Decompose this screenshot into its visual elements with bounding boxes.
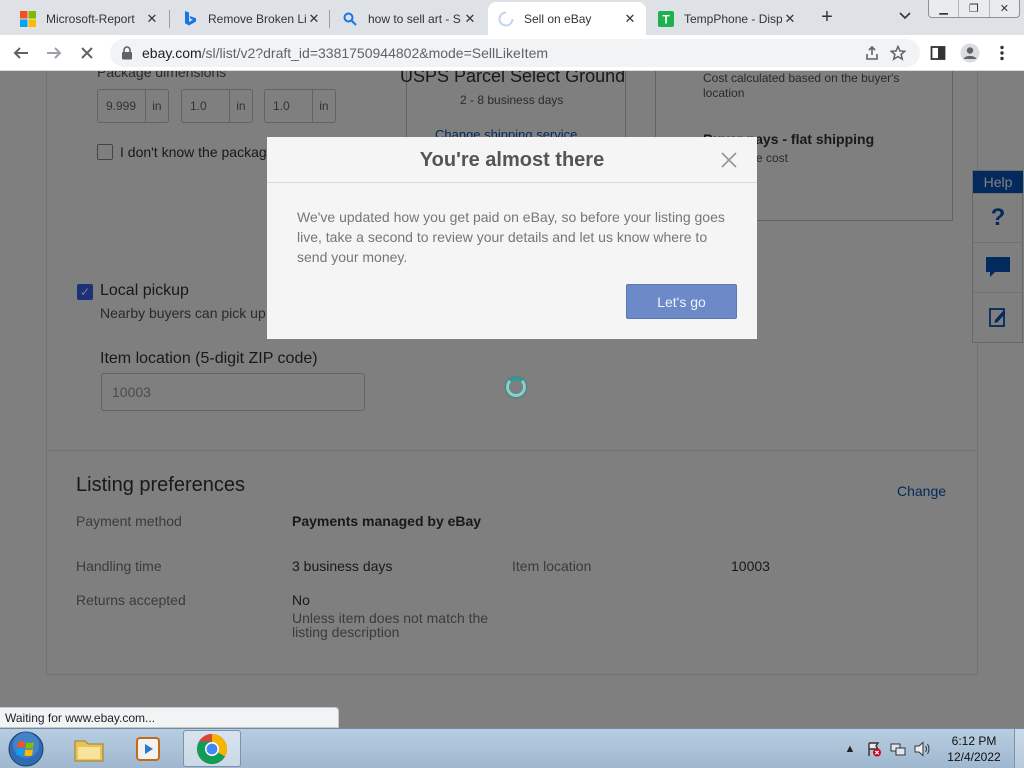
minimize-button[interactable]: ▁ (929, 0, 960, 17)
tab-strip: Microsoft-Report ✕ Remove Broken Li ✕ ho… (0, 0, 1024, 35)
tab-tempphone[interactable]: T TempPhone - Disp ✕ (648, 2, 806, 35)
payout-setup-modal: You're almost there We've updated how yo… (267, 137, 757, 339)
close-window-button[interactable]: ✕ (990, 0, 1019, 17)
forward-arrow-icon (47, 47, 62, 59)
close-icon (81, 47, 93, 59)
browser-status-bar: Waiting for www.ebay.com... (0, 707, 339, 728)
show-hidden-icons-chevron-icon[interactable]: ▲ (840, 739, 860, 759)
browser-toolbar: ebay.com/sl/list/v2?draft_id=33817509448… (0, 35, 1024, 71)
tab-sell-on-ebay[interactable]: Sell on eBay ✕ (488, 2, 646, 35)
tab-title: Sell on eBay (524, 11, 592, 26)
modal-close-icon[interactable] (718, 149, 740, 171)
chrome-taskbar-button[interactable] (183, 730, 241, 767)
clock-date: 12/4/2022 (947, 750, 1001, 764)
bookmark-star-icon[interactable] (886, 41, 910, 65)
tempphone-icon: T (658, 10, 674, 27)
tab-how-to-sell-art[interactable]: how to sell art - S ✕ (332, 2, 486, 35)
loading-icon (498, 11, 514, 27)
restore-button[interactable]: ❐ (959, 0, 990, 17)
clock-time: 6:12 PM (951, 734, 997, 748)
modal-title: You're almost there (419, 149, 605, 171)
lock-icon (122, 46, 132, 60)
address-bar[interactable]: ebay.com/sl/list/v2?draft_id=33817509448… (110, 39, 920, 67)
close-tab-icon[interactable]: ✕ (462, 11, 478, 27)
search-icon (342, 11, 358, 27)
modal-body-text: We've updated how you get paid on eBay, … (297, 209, 725, 265)
url-text: ebay.com/sl/list/v2?draft_id=33817509448… (142, 45, 548, 61)
windows-taskbar: ▲ 6:12 PM 12/4/2022 (0, 728, 1024, 768)
close-tab-icon[interactable]: ✕ (306, 11, 322, 27)
more-menu-icon[interactable] (990, 41, 1014, 65)
volume-icon[interactable] (912, 739, 932, 759)
new-tab-button[interactable]: + (815, 5, 839, 29)
tab-title: how to sell art - S (368, 11, 461, 26)
network-icon[interactable] (888, 739, 908, 759)
tab-search-chevron-icon[interactable] (896, 7, 914, 25)
tab-title: TempPhone - Disp (684, 11, 782, 26)
media-player-taskbar-button[interactable] (120, 730, 178, 767)
bing-icon (182, 10, 198, 27)
tab-remove-broken-links[interactable]: Remove Broken Li ✕ (172, 2, 330, 35)
microsoft-logo-icon (20, 10, 36, 27)
start-button[interactable] (4, 730, 48, 768)
media-player-icon (136, 736, 160, 761)
url-path: /sl/list/v2?draft_id=3381750944802&mode=… (201, 45, 549, 61)
svg-text:T: T (662, 12, 670, 26)
back-arrow-icon (13, 47, 28, 59)
tab-title: Microsoft-Report (46, 11, 135, 26)
profile-avatar-icon[interactable] (958, 41, 982, 65)
folder-icon (74, 740, 104, 761)
windows-logo-icon (8, 731, 44, 767)
action-center-flag-icon[interactable] (864, 739, 884, 759)
close-tab-icon[interactable]: ✕ (622, 11, 638, 27)
tab-title: Remove Broken Li (208, 11, 306, 26)
system-tray: ▲ (840, 729, 936, 768)
taskbar-clock[interactable]: 6:12 PM 12/4/2022 (938, 733, 1010, 765)
close-tab-icon[interactable]: ✕ (144, 11, 160, 27)
forward-button[interactable] (42, 41, 66, 65)
window-controls: ▁ ❐ ✕ (928, 0, 1020, 18)
loading-spinner-icon (506, 377, 526, 397)
file-explorer-taskbar-button[interactable] (60, 730, 118, 767)
tab-microsoft-report[interactable]: Microsoft-Report ✕ (10, 2, 168, 35)
url-domain: ebay.com (142, 45, 202, 61)
share-icon[interactable] (860, 41, 884, 65)
side-panel-icon[interactable] (926, 41, 950, 65)
modal-divider (267, 182, 757, 183)
chrome-icon (196, 733, 228, 764)
lets-go-button[interactable]: Let's go (626, 284, 737, 319)
back-button[interactable] (9, 41, 33, 65)
show-desktop-button[interactable] (1014, 729, 1024, 768)
stop-loading-button[interactable] (75, 41, 99, 65)
close-tab-icon[interactable]: ✕ (782, 11, 798, 27)
